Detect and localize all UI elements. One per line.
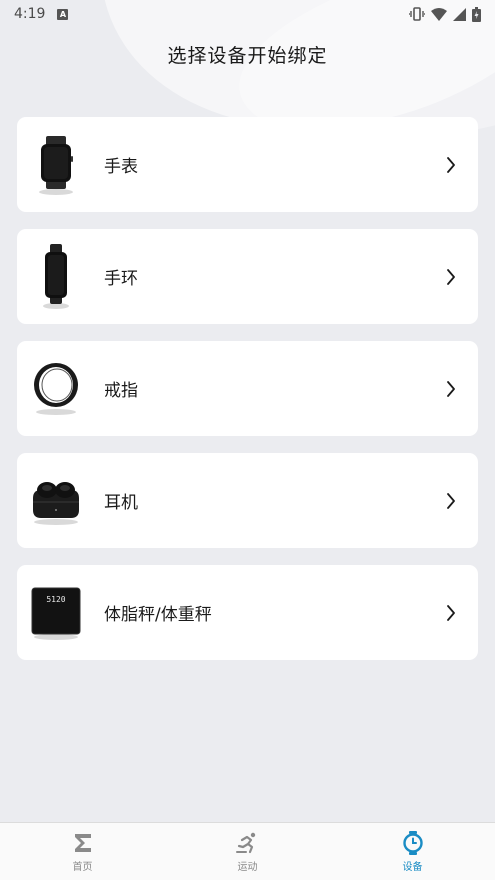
notification-a-icon: A [57, 8, 69, 20]
nav-item-device[interactable]: 设备 [353, 830, 473, 873]
status-time: 4:19 [14, 6, 46, 22]
sigma-icon [71, 831, 95, 855]
vibrate-icon [409, 7, 425, 21]
device-label-ring: 戒指 [104, 381, 138, 401]
device-card-watch[interactable]: 手表 [17, 117, 478, 212]
signal-icon [453, 7, 466, 21]
nav-label-sport: 运动 [237, 861, 258, 873]
chevron-right-icon [444, 268, 458, 286]
status-bar: 4:19 A [0, 0, 495, 28]
device-card-ring[interactable]: 戒指 [17, 341, 478, 436]
device-card-earbuds[interactable]: 耳机 [17, 453, 478, 548]
chevron-right-icon [444, 492, 458, 510]
device-list: 手表 手环 戒指 耳机 5120 体脂秤/体重秤 [17, 117, 478, 677]
device-label-band: 手环 [104, 269, 138, 289]
running-icon [235, 831, 260, 855]
nav-label-home: 首页 [72, 861, 93, 873]
device-label-watch: 手表 [104, 157, 138, 177]
device-label-earbuds: 耳机 [104, 493, 138, 513]
scale-display-value: 5120 [46, 595, 65, 604]
page-title: 选择设备开始绑定 [167, 45, 328, 67]
nav-item-home[interactable]: 首页 [23, 831, 143, 873]
nav-item-sport[interactable]: 运动 [188, 831, 308, 873]
ring-icon [29, 354, 83, 424]
nav-label-device: 设备 [402, 861, 423, 873]
scale-icon: 5120 [29, 578, 83, 648]
watch-outline-icon [401, 830, 425, 855]
watch-icon [29, 130, 83, 200]
band-icon [29, 242, 83, 312]
device-card-band[interactable]: 手环 [17, 229, 478, 324]
device-label-scale: 体脂秤/体重秤 [104, 605, 212, 625]
device-card-scale[interactable]: 5120 体脂秤/体重秤 [17, 565, 478, 660]
battery-icon [472, 6, 481, 22]
chevron-right-icon [444, 604, 458, 622]
chevron-right-icon [444, 156, 458, 174]
wifi-icon [431, 7, 447, 21]
chevron-right-icon [444, 380, 458, 398]
bottom-navigation: 首页 运动 设备 [0, 822, 495, 880]
earbuds-icon [29, 466, 83, 536]
